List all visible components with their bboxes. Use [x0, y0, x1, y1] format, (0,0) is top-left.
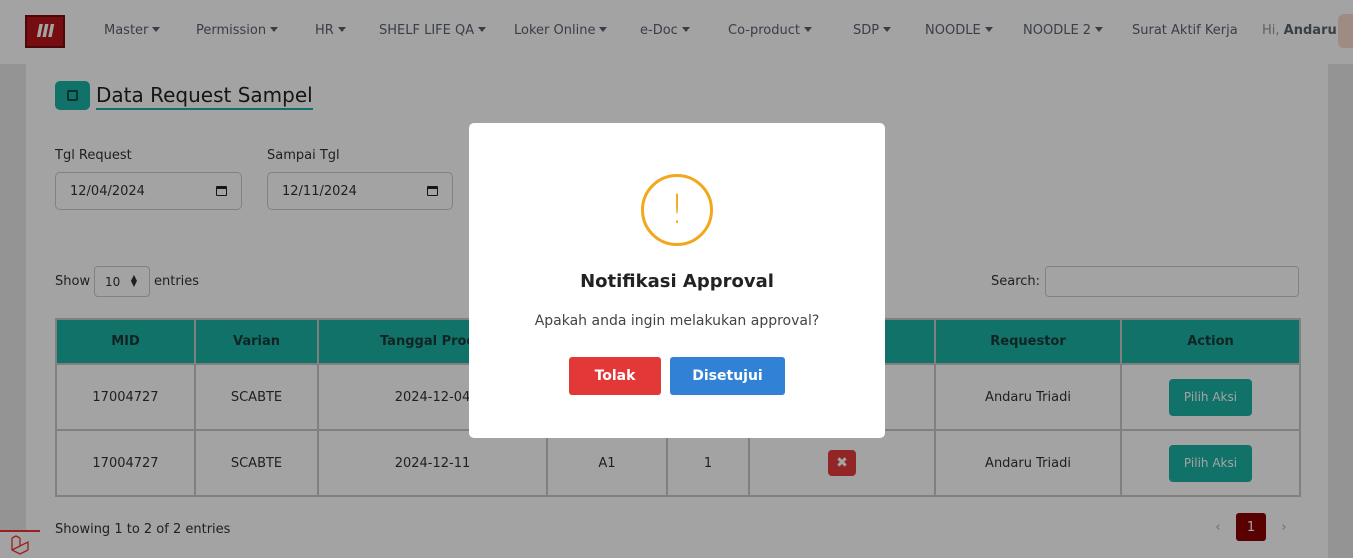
dialog-message: Apakah anda ingin melakukan approval?	[534, 313, 820, 329]
approval-dialog: ! Notifikasi Approval Apakah anda ingin …	[469, 123, 885, 438]
dialog-title: Notifikasi Approval	[580, 271, 774, 292]
reject-button[interactable]: Tolak	[569, 357, 661, 395]
warning-icon: !	[641, 174, 713, 246]
approve-button[interactable]: Disetujui	[670, 357, 785, 395]
